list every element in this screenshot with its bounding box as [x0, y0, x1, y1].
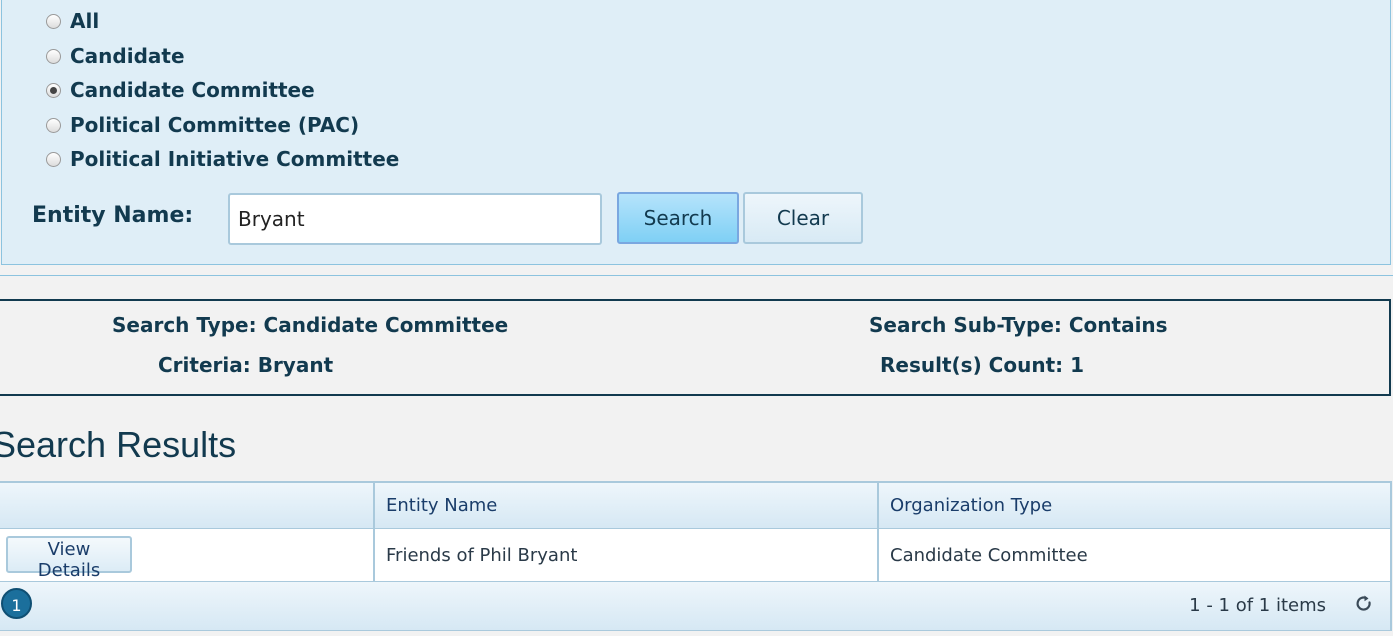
radio-option-all[interactable]: All [46, 9, 99, 33]
search-summary: Search Type: Candidate Committee Criteri… [0, 299, 1391, 396]
radio-button[interactable] [46, 82, 61, 98]
search-panel: All Candidate Candidate Committee Politi… [1, 0, 1391, 265]
clear-button[interactable]: Clear [743, 192, 863, 244]
divider [0, 275, 1393, 276]
column-divider [877, 483, 879, 581]
radio-option-pac[interactable]: Political Committee (PAC) [46, 113, 359, 137]
search-subtype-text: Search Sub-Type: Contains [869, 313, 1168, 337]
radio-label: Political Initiative Committee [70, 147, 400, 171]
results-grid: Entity Name Organization Type View Detai… [0, 481, 1392, 631]
search-button[interactable]: Search [617, 192, 739, 244]
search-type-text: Search Type: Candidate Committee [112, 313, 509, 337]
results-title: Search Results [0, 424, 237, 465]
organization-type-cell: Candidate Committee [890, 545, 1088, 566]
column-header-entity-name[interactable]: Entity Name [386, 495, 497, 516]
radio-button[interactable] [46, 48, 61, 64]
page-number-button[interactable]: 1 [1, 588, 32, 619]
view-details-button[interactable]: View Details [6, 536, 132, 581]
radio-option-candidate[interactable]: Candidate [46, 44, 185, 68]
result-count-text: Result(s) Count: 1 [880, 353, 1085, 377]
entity-name-label: Entity Name: [32, 203, 194, 228]
entity-name-cell: Friends of Phil Bryant [386, 545, 578, 566]
radio-label: Candidate Committee [70, 78, 315, 102]
radio-label: Political Committee (PAC) [70, 113, 360, 137]
radio-option-candidate-committee[interactable]: Candidate Committee [46, 78, 315, 102]
entity-name-input[interactable] [228, 193, 602, 245]
radio-button[interactable] [46, 151, 61, 167]
criteria-text: Criteria: Bryant [158, 353, 334, 377]
pager-info: 1 - 1 of 1 items [1189, 595, 1326, 616]
radio-label: Candidate [70, 44, 185, 68]
radio-button[interactable] [46, 117, 61, 133]
radio-label: All [70, 9, 100, 33]
radio-button[interactable] [46, 13, 61, 29]
radio-option-political-initiative[interactable]: Political Initiative Committee [46, 147, 399, 171]
grid-header: Entity Name Organization Type [0, 483, 1390, 529]
column-divider [373, 483, 375, 581]
refresh-icon[interactable] [1354, 594, 1374, 614]
grid-pager: 1 1 - 1 of 1 items [0, 581, 1390, 630]
column-header-organization-type[interactable]: Organization Type [890, 495, 1052, 516]
